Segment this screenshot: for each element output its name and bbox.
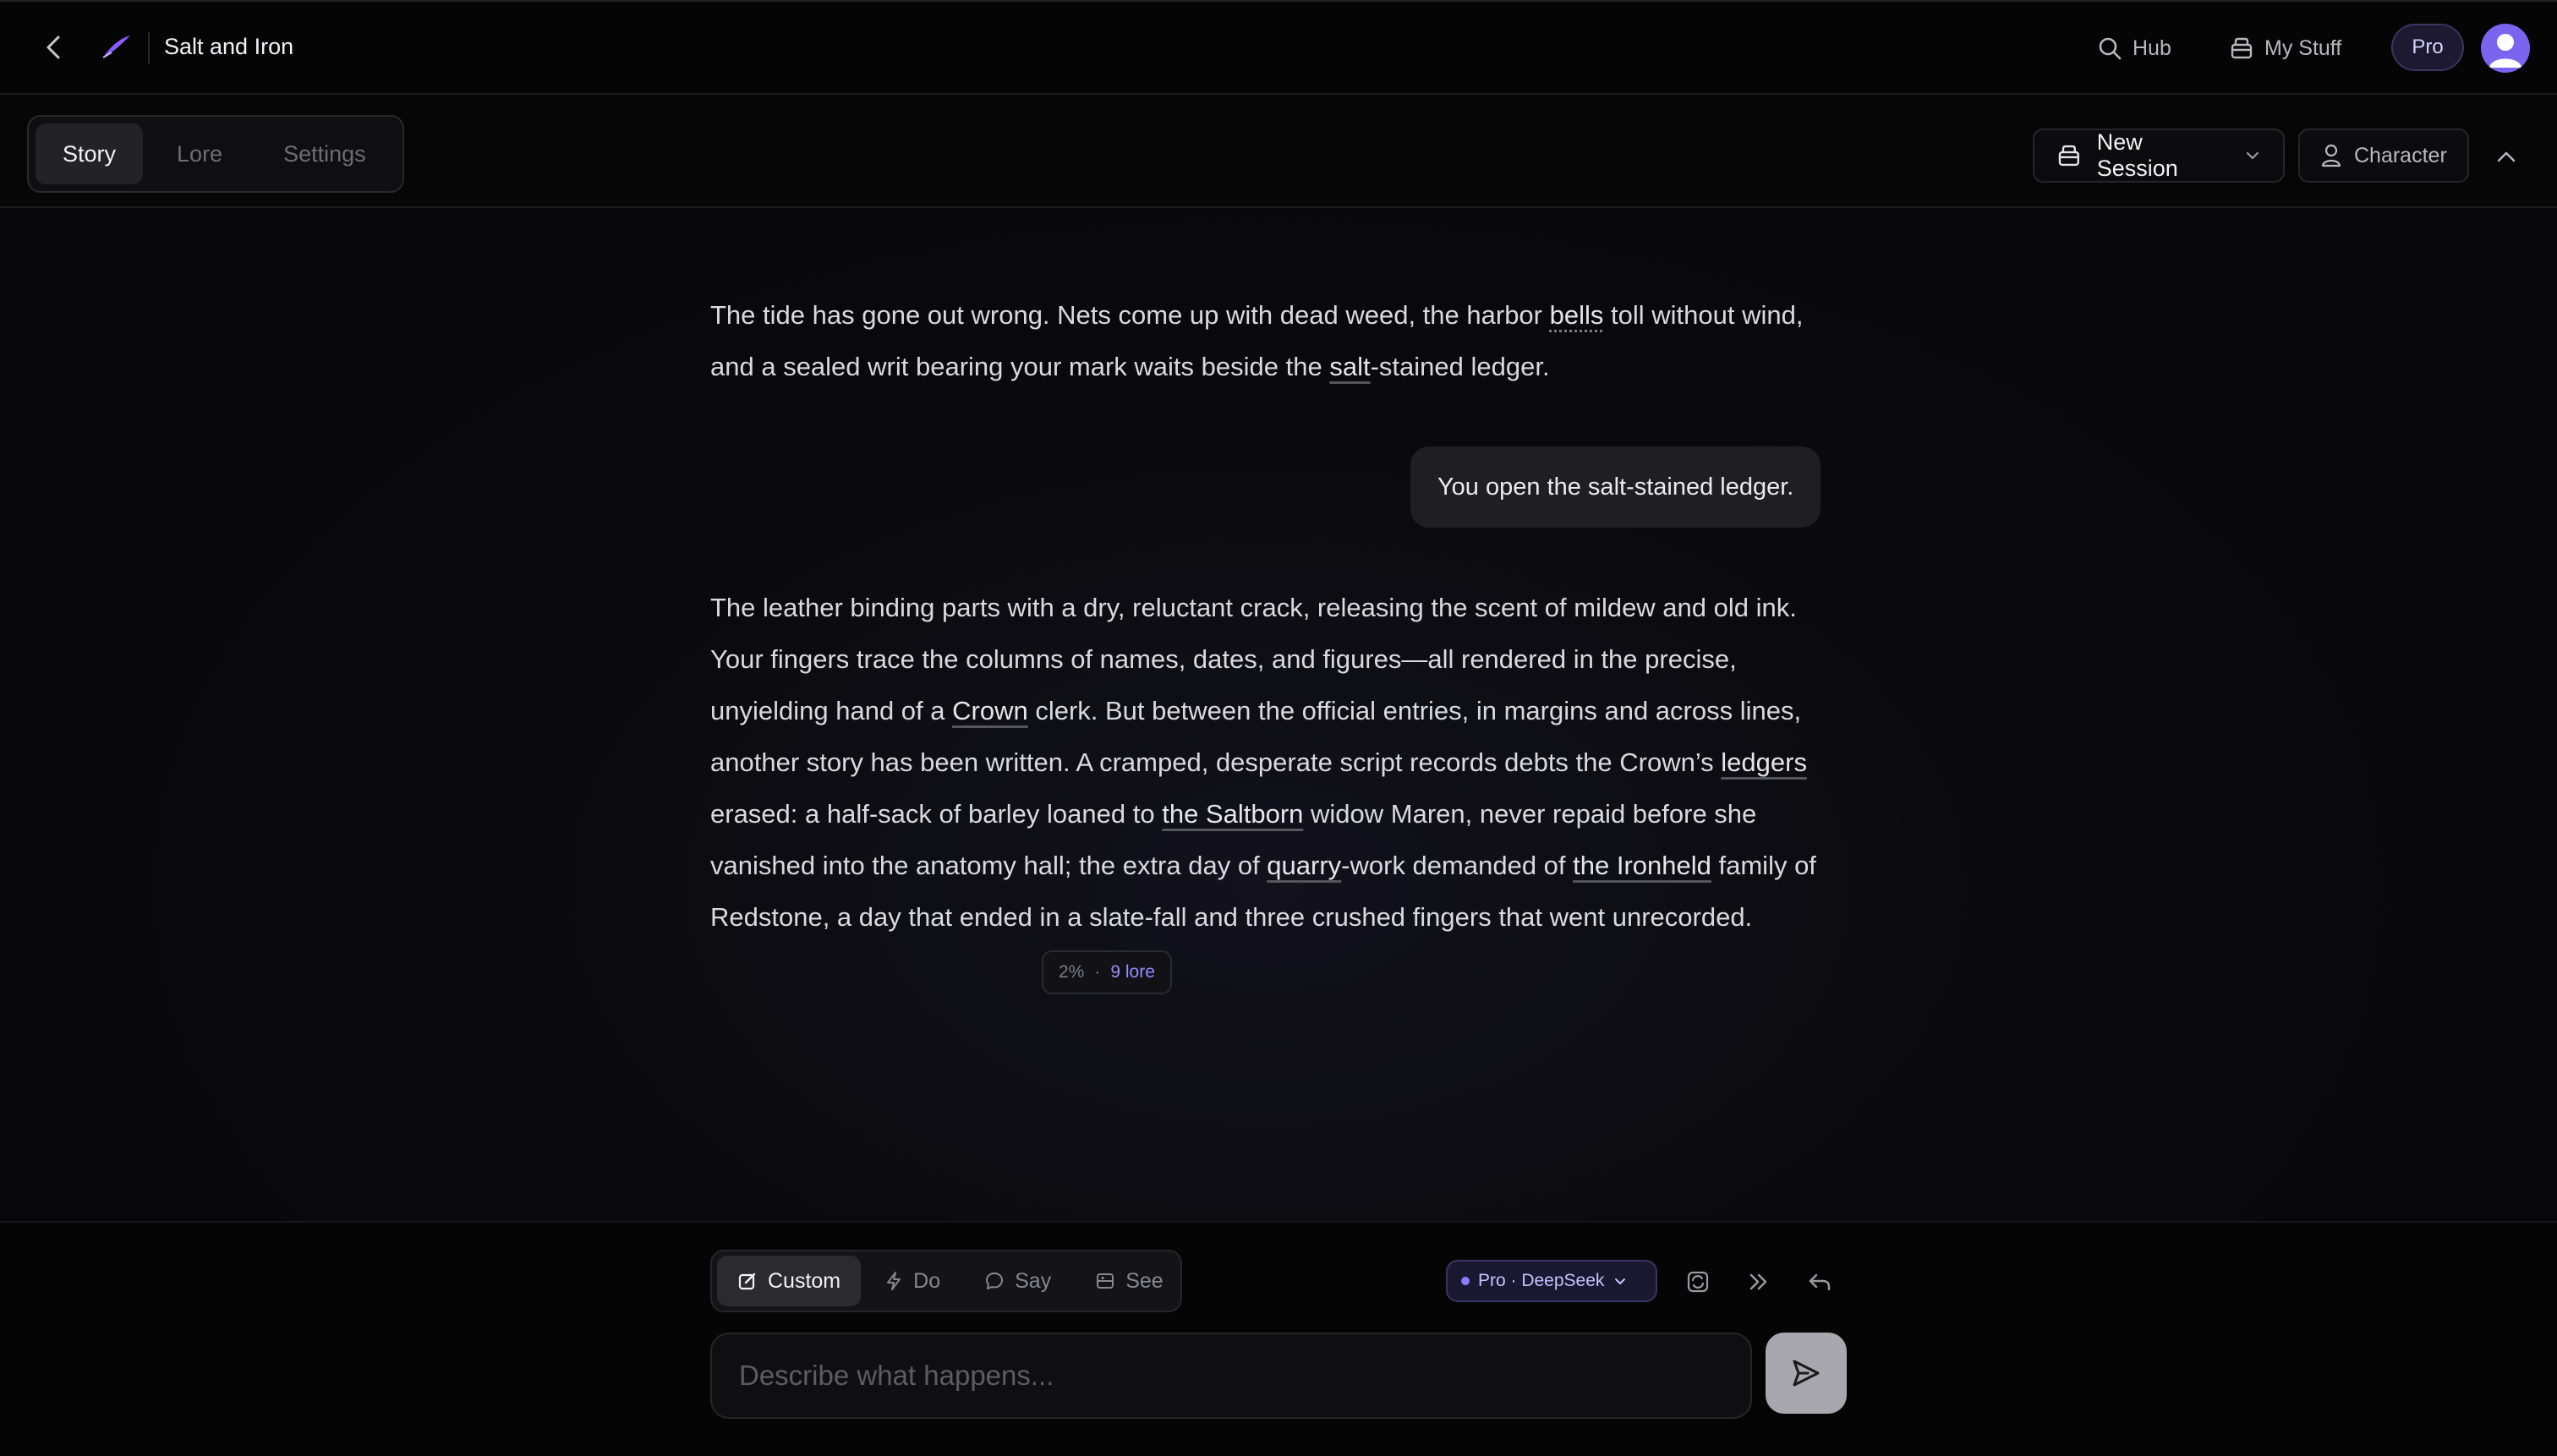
chevron-up-icon <box>2497 151 2516 162</box>
user-action-bubble: You open the salt-stained ledger. <box>1410 446 1821 528</box>
tab-story[interactable]: Story <box>36 123 144 184</box>
story-text: -stained ledger. <box>1370 352 1550 381</box>
avatar[interactable] <box>2481 24 2530 73</box>
my-stuff-link[interactable]: My Stuff <box>2229 27 2341 69</box>
archive-box-icon <box>2231 37 2253 59</box>
send-icon <box>1793 1360 1820 1387</box>
lore-link-saltborn[interactable]: the Saltborn <box>1162 799 1303 829</box>
lore-link-bells[interactable]: bells <box>1550 300 1604 330</box>
lore-link-quarry[interactable]: quarry <box>1267 851 1341 880</box>
composer-area: Custom Do Say See Pro · DeepSeek Describ… <box>0 1221 2557 1456</box>
refresh-icon <box>1687 1271 1709 1293</box>
chevron-down-icon <box>2247 151 2259 160</box>
top-bar: Salt and Iron Hub My Stuff Pro <box>0 0 2557 95</box>
app-root: Salt and Iron Hub My Stuff Pro Story Lor… <box>0 0 2557 1456</box>
my-stuff-label: My Stuff <box>2264 36 2342 60</box>
story-title: Salt and Iron <box>164 34 294 59</box>
edit-icon <box>738 1273 756 1290</box>
session-label: New Session <box>2096 129 2178 181</box>
action-mode-selector: Custom Do Say See <box>710 1250 1182 1312</box>
hub-link[interactable]: Hub <box>2097 27 2171 69</box>
title-divider <box>148 32 150 64</box>
mode-label: Say <box>1015 1268 1052 1293</box>
mode-custom[interactable]: Custom <box>717 1256 862 1306</box>
lore-link-ledgers[interactable]: ledgers <box>1721 747 1807 777</box>
lore-link-salt[interactable]: salt <box>1329 352 1370 381</box>
hub-label: Hub <box>2133 36 2171 60</box>
lore-usage-chip[interactable]: 2% · 9 lore <box>1042 950 1172 994</box>
story-paragraph: The tide has gone out wrong. Nets come u… <box>710 289 1847 392</box>
story-text: erased: a half-sack of barley loaned to <box>710 799 1163 829</box>
new-session-dropdown[interactable]: New Session <box>2033 129 2285 183</box>
double-chevron-right-icon <box>1749 1273 1767 1290</box>
regenerate-button[interactable] <box>1681 1265 1715 1299</box>
mode-say[interactable]: Say <box>964 1256 1071 1306</box>
send-button[interactable] <box>1766 1333 1847 1414</box>
mode-do[interactable]: Do <box>864 1256 961 1306</box>
pro-badge[interactable]: Pro <box>2391 24 2464 71</box>
model-label: Pro · DeepSeek <box>1478 1271 1605 1290</box>
continue-button[interactable] <box>1742 1265 1776 1299</box>
tab-settings[interactable]: Settings <box>256 123 393 184</box>
composer-box <box>710 1333 1752 1419</box>
mode-label: See <box>1125 1268 1164 1293</box>
mode-label: Do <box>913 1268 941 1293</box>
collapse-toolbar-button[interactable] <box>2489 140 2523 174</box>
story-input[interactable] <box>739 1360 1723 1392</box>
lore-count: 9 lore <box>1110 962 1155 982</box>
chevron-down-icon <box>1615 1278 1626 1284</box>
story-toolbar: Story Lore Settings New Session Characte… <box>0 95 2557 208</box>
search-icon <box>2099 37 2122 60</box>
context-percent: 2% <box>1059 962 1085 982</box>
app-logo-icon <box>100 32 134 63</box>
story-paragraph: The leather binding parts with a dry, re… <box>710 582 1847 943</box>
lore-link-ironheld[interactable]: the Ironheld <box>1573 851 1711 880</box>
undo-icon <box>1809 1273 1831 1291</box>
character-label: Character <box>2354 143 2447 167</box>
meta-separator: · <box>1094 962 1101 982</box>
undo-button[interactable] <box>1803 1265 1837 1299</box>
archive-box-icon <box>2058 145 2079 167</box>
lore-link-crown[interactable]: Crown <box>952 696 1028 725</box>
person-icon <box>2321 144 2341 167</box>
model-status-dot <box>1461 1277 1470 1285</box>
tab-lore[interactable]: Lore <box>150 123 249 184</box>
bolt-icon <box>887 1272 901 1290</box>
character-button[interactable]: Character <box>2298 129 2469 183</box>
story-text: The tide has gone out wrong. Nets come u… <box>710 300 1550 330</box>
model-selector[interactable]: Pro · DeepSeek <box>1446 1260 1657 1302</box>
back-button[interactable] <box>37 30 71 64</box>
image-icon <box>1097 1273 1114 1289</box>
chevron-left-icon <box>47 36 60 59</box>
view-tabs: Story Lore Settings <box>27 115 404 193</box>
speech-bubble-icon <box>986 1273 1004 1289</box>
mode-see[interactable]: See <box>1075 1256 1183 1306</box>
story-text: -work demanded of <box>1341 851 1574 880</box>
mode-label: Custom <box>768 1268 841 1293</box>
user-avatar-icon <box>2489 34 2521 68</box>
